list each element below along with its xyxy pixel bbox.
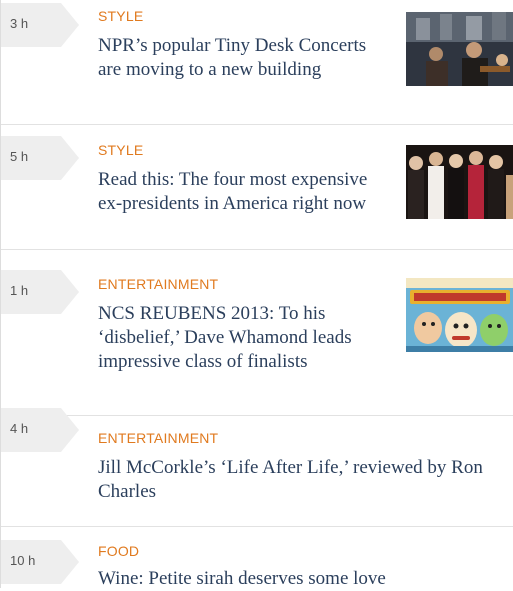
time-tab: 5 h (1, 136, 79, 180)
time-label: 1 h (10, 283, 29, 298)
time-tab: 4 h (1, 408, 79, 452)
thumbnail-reuben-awards-cartoon[interactable] (406, 278, 513, 352)
feed-item[interactable]: 4 h ENTERTAINMENT Jill McCorkle’s ‘Life … (1, 408, 513, 526)
news-feed: 3 h STYLE NPR’s popular Tiny Desk Concer… (0, 0, 513, 591)
reuben-awards-cartoon-image (406, 278, 513, 352)
headline-link[interactable]: NPR’s popular Tiny Desk Concerts are mov… (98, 34, 393, 82)
category-link[interactable]: STYLE (98, 8, 143, 24)
feed-item[interactable]: 5 h STYLE Read this: The four most expen… (1, 125, 513, 249)
headline-link[interactable]: NCS REUBENS 2013: To his ‘disbelief,’ Da… (98, 302, 388, 374)
headline-link[interactable]: Read this: The four most expensive ex-pr… (98, 168, 378, 216)
category-link[interactable]: ENTERTAINMENT (98, 430, 218, 446)
headline-link[interactable]: Jill McCorkle’s ‘Life After Life,’ revie… (98, 456, 503, 504)
time-label: 10 h (10, 553, 36, 568)
headline-link[interactable]: Wine: Petite sirah deserves some love (98, 567, 503, 591)
feed-item[interactable]: 10 h FOOD Wine: Petite sirah deserves so… (1, 527, 513, 591)
presidents-photo-image (406, 145, 513, 219)
category-link[interactable]: STYLE (98, 142, 143, 158)
time-label: 4 h (10, 421, 29, 436)
feed-item[interactable]: 3 h STYLE NPR’s popular Tiny Desk Concer… (1, 0, 513, 124)
time-label: 5 h (10, 149, 29, 164)
time-tab: 10 h (1, 540, 79, 584)
thumbnail-presidents-photo[interactable] (406, 145, 513, 219)
time-tab: 1 h (1, 270, 79, 314)
feed-item[interactable]: 1 h ENTERTAINMENT NCS REUBENS 2013: To h… (1, 250, 513, 415)
concert-photo-image (406, 12, 513, 86)
time-label: 3 h (10, 16, 29, 31)
thumbnail-concert-photo[interactable] (406, 12, 513, 86)
category-link[interactable]: FOOD (98, 543, 139, 559)
category-link[interactable]: ENTERTAINMENT (98, 276, 218, 292)
time-tab: 3 h (1, 3, 79, 47)
